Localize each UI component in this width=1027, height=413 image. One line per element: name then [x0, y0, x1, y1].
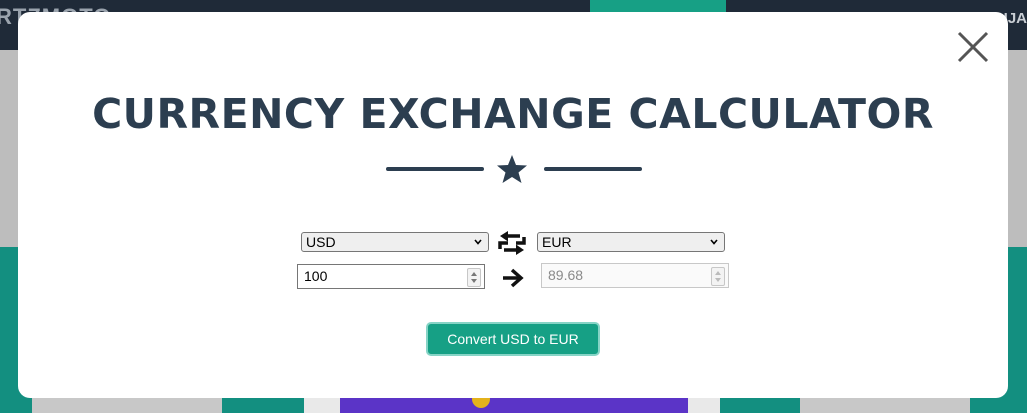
swap-arrows-icon[interactable] [498, 231, 526, 255]
amount-stepper-disabled [711, 267, 725, 286]
to-amount-value: 89.68 [548, 267, 584, 283]
right-arrow-icon [503, 268, 524, 288]
from-currency-select[interactable]: USD [301, 232, 489, 252]
chevron-down-icon [474, 239, 482, 245]
to-currency-select[interactable]: EUR [537, 232, 725, 252]
from-amount-input[interactable]: 100 [297, 264, 485, 289]
convert-button[interactable]: Convert USD to EUR [426, 322, 600, 356]
modal-title: CURRENCY EXCHANGE CALCULATOR [92, 90, 934, 138]
chevron-down-icon [710, 239, 718, 245]
divider-line-left [386, 167, 484, 171]
stepper-arrows-icon [471, 272, 477, 283]
from-currency-value: USD [306, 234, 336, 250]
stepper-arrows-icon [715, 271, 721, 282]
currency-calculator-modal: CURRENCY EXCHANGE CALCULATOR USD EUR 100 [18, 12, 1008, 398]
from-amount-value: 100 [304, 268, 328, 284]
star-icon [497, 155, 527, 183]
amount-stepper[interactable] [467, 268, 481, 287]
close-icon [957, 31, 989, 63]
divider-line-right [544, 167, 642, 171]
to-currency-value: EUR [542, 234, 572, 250]
close-button[interactable] [956, 30, 990, 64]
title-divider [386, 154, 642, 184]
to-amount-output: 89.68 [541, 263, 729, 288]
